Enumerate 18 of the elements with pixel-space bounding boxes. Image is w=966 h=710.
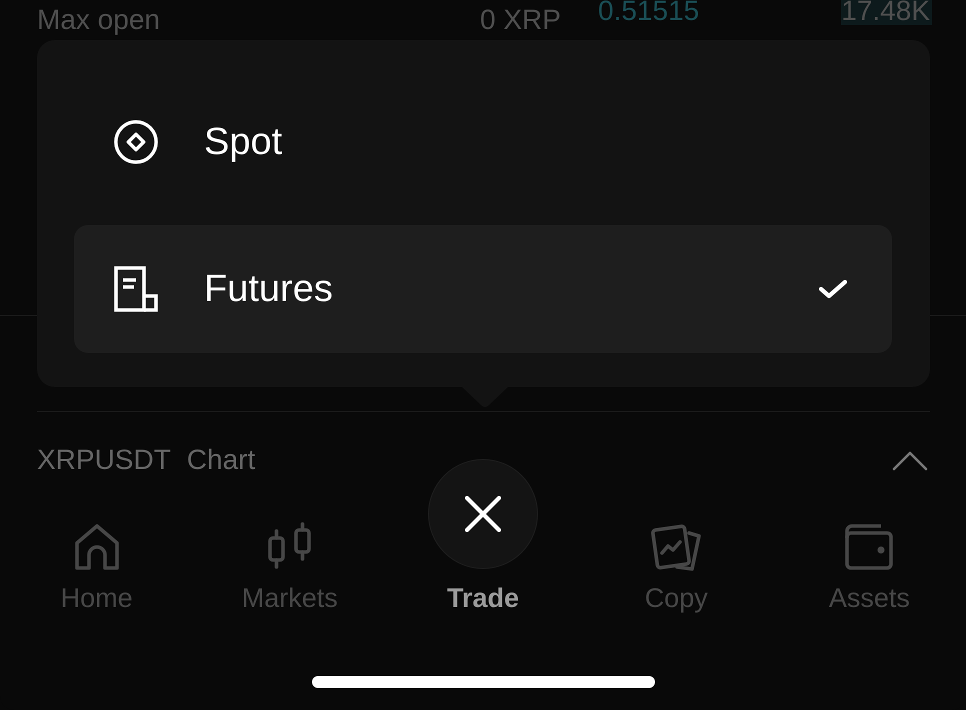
tab-bar-item[interactable]: Copy [580,508,773,676]
document-icon [113,266,159,312]
tab-bar-item[interactable]: Assets [772,508,966,676]
max-open-label: Max open [37,3,161,37]
wallet-icon [843,522,896,572]
chart-symbol: XRPUSDT [37,443,171,477]
menu-item[interactable]: Spot [74,78,892,206]
order-book-price: 0.51515 [598,0,700,25]
close-icon [463,494,503,534]
chart-label: Chart [186,443,256,477]
chevron-up-icon[interactable] [892,449,928,471]
tab-bar-item[interactable]: Home [0,508,194,676]
tab-bar-item[interactable]: Markets [193,508,386,676]
chart-cards-icon [650,522,702,572]
tab-bar-item[interactable]: Trade [386,445,580,676]
menu-item[interactable]: Futures [74,225,892,353]
checkmark-icon [818,278,848,300]
max-open-value: 0 XRP [480,3,562,37]
